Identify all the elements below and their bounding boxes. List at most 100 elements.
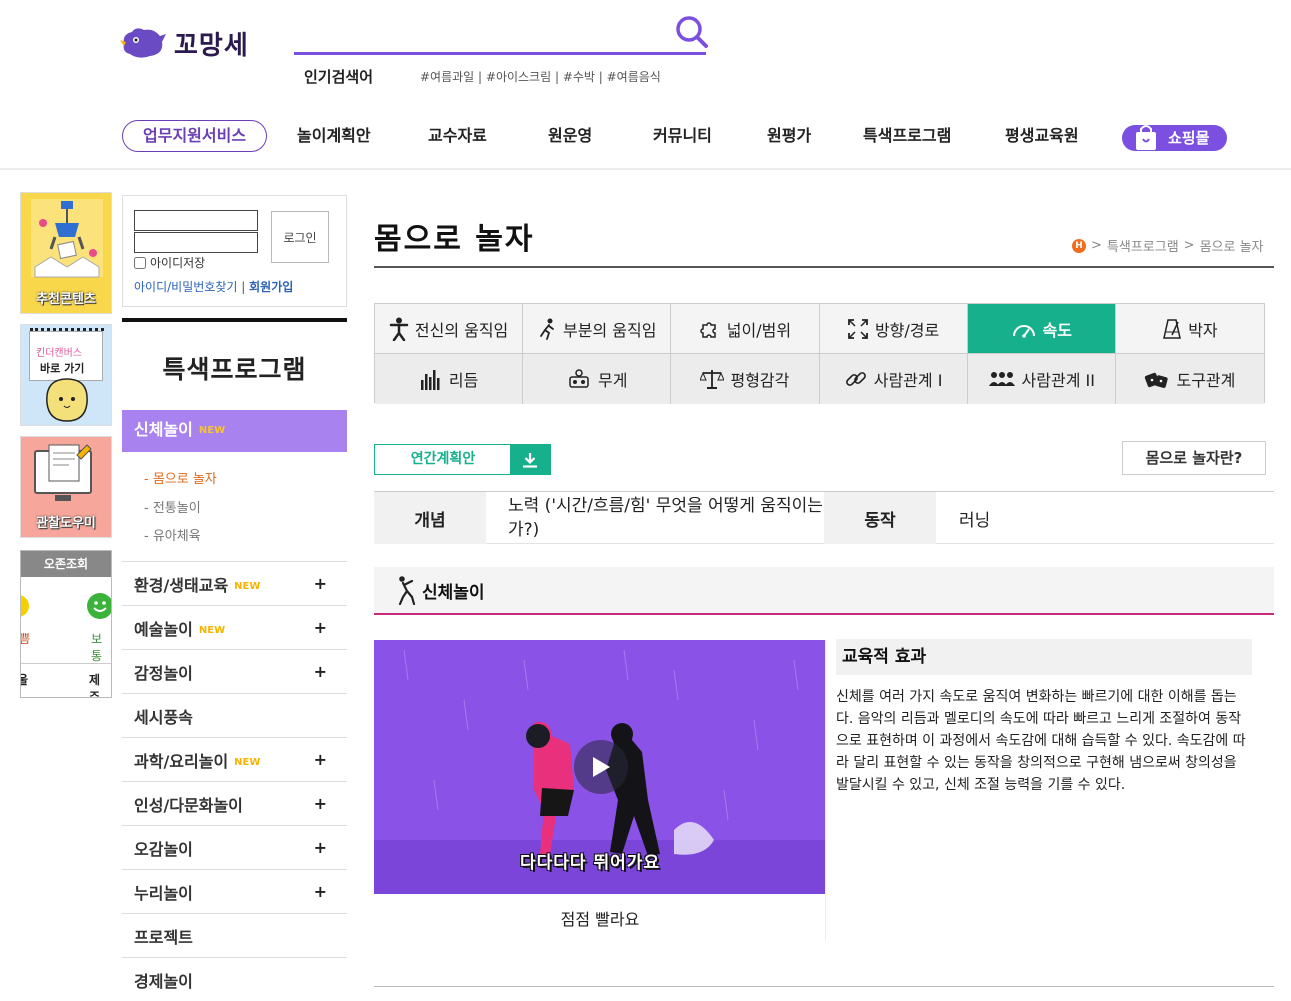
signup-link[interactable]: 회원가입 xyxy=(249,280,293,294)
expand-plus-icon[interactable]: + xyxy=(314,750,327,769)
nav-evaluation[interactable]: 원평가 xyxy=(767,118,811,154)
expand-plus-icon[interactable]: + xyxy=(314,618,327,637)
recommend-banner[interactable]: 추천콘텐츠 xyxy=(20,192,112,314)
breadcrumb-parent[interactable]: 특색프로그램 xyxy=(1107,236,1179,255)
side-item-character-multicultural[interactable]: 인성/다문화놀이 + xyxy=(122,781,347,825)
tab-direction-path[interactable]: 방향/경로 xyxy=(819,304,968,354)
side-item-science-cooking[interactable]: 과학/요리놀이 NEW + xyxy=(122,737,347,781)
breadcrumb-separator: > xyxy=(1091,238,1102,253)
video-title[interactable]: 점점 빨라요 xyxy=(374,906,826,930)
side-item-emotion-play[interactable]: 감정놀이 + xyxy=(122,649,347,693)
annual-plan-label: 연간계획안 xyxy=(410,451,476,467)
home-icon[interactable]: H xyxy=(1072,238,1086,253)
expand-plus-icon[interactable]: + xyxy=(314,882,327,901)
login-button[interactable]: 로그인 xyxy=(271,211,329,263)
sub-item-traditional-play[interactable]: - 전통놀이 xyxy=(144,495,217,524)
dancer-icon xyxy=(398,576,416,605)
nav-shopping-mall-label: 쇼핑몰 xyxy=(1168,129,1210,147)
tab-speed[interactable]: 속도 xyxy=(967,304,1116,354)
search-input[interactable] xyxy=(294,16,664,50)
side-item-project[interactable]: 프로젝트 xyxy=(122,913,347,957)
tab-label: 사람관계 I xyxy=(873,371,943,390)
tab-relationship-1[interactable]: 사람관계 I xyxy=(819,354,968,404)
tab-area-range[interactable]: 넓이/범위 xyxy=(671,304,820,354)
side-item-physical-play[interactable]: 신체놀이 NEW xyxy=(122,410,347,452)
play-icon xyxy=(593,757,610,777)
side-item-nuri-play[interactable]: 누리놀이 + xyxy=(122,869,347,913)
tab-label: 박자 xyxy=(1188,320,1218,340)
side-item-five-senses[interactable]: 오감놀이 + xyxy=(122,825,347,869)
save-id[interactable]: 아이디저장 xyxy=(134,254,205,271)
tab-beat[interactable]: 박자 xyxy=(1115,304,1264,354)
ozone-widget[interactable]: 오존조회 쁨 보통 울 제주 xyxy=(20,550,112,698)
nav-work-support[interactable]: 업무지원서비스 xyxy=(122,120,268,152)
tab-partial-movement[interactable]: 부분의 움직임 xyxy=(523,304,672,354)
nav-teaching-material[interactable]: 교수자료 xyxy=(428,118,487,154)
sub-item-kids-pe[interactable]: - 유아체육 xyxy=(144,523,217,552)
save-id-checkbox[interactable] xyxy=(134,256,146,269)
tab-label: 전신의 움직임 xyxy=(414,320,509,340)
balance-icon xyxy=(700,370,725,389)
ozone-divider xyxy=(21,663,111,664)
equalizer-icon xyxy=(420,370,440,390)
side-item-label: 프로젝트 xyxy=(134,927,193,947)
tab-balance[interactable]: 평형감각 xyxy=(671,354,820,404)
nav-play-plan[interactable]: 놀이계획안 xyxy=(297,118,371,154)
nav-school-operation[interactable]: 원운영 xyxy=(548,118,592,154)
expand-plus-icon[interactable]: + xyxy=(314,794,327,813)
expand-plus-icon[interactable]: + xyxy=(314,838,327,857)
user-id-input[interactable] xyxy=(134,210,258,231)
tab-relationship-2[interactable]: 사람관계 II xyxy=(967,354,1116,404)
claw-machine-icon xyxy=(31,199,103,278)
tab-label: 부분의 움직임 xyxy=(563,320,657,340)
tab-weight[interactable]: 무게 xyxy=(523,354,672,404)
observation-helper-banner[interactable]: 관찰도우미 xyxy=(20,436,112,538)
sub-item-play-with-body[interactable]: - 몸으로 놀자 xyxy=(144,466,217,495)
new-badge: NEW xyxy=(198,424,226,436)
logo[interactable]: 꼬망세 xyxy=(120,22,270,64)
play-button[interactable] xyxy=(574,740,628,794)
new-badge: NEW xyxy=(234,580,261,592)
find-account-link[interactable]: 아이디/비밀번호찾기 xyxy=(134,280,237,294)
kinder-canvas-line1: 킨더캔버스 xyxy=(36,348,82,359)
new-badge: NEW xyxy=(234,756,261,768)
nav-lifelong-education[interactable]: 평생교육원 xyxy=(1005,118,1079,154)
tab-tool-relationship[interactable]: 도구관계 xyxy=(1115,354,1264,404)
search-button[interactable] xyxy=(672,14,712,50)
video-player[interactable]: 다다다다 뛰어가요 xyxy=(374,640,826,894)
nav-community[interactable]: 커뮤니티 xyxy=(653,118,712,154)
section-header: 신체놀이 xyxy=(374,567,1274,615)
concept-label: 개념 xyxy=(374,492,486,544)
tab-rhythm[interactable]: 리듬 xyxy=(375,354,524,404)
side-item-seasonal-customs[interactable]: 세시풍속 xyxy=(122,693,347,737)
side-menu-list: 환경/생태교육 NEW + 예술놀이 NEW + 감정놀이 + 세시풍속 과학/요리놀이 N… xyxy=(122,561,347,1001)
expand-plus-icon[interactable]: + xyxy=(314,574,327,593)
tab-label: 속도 xyxy=(1042,320,1072,340)
category-tabs: 전신의 움직임 부분의 움직임 넓이/범위 방향/경로 속도 박자 리듬 무게 … xyxy=(374,303,1265,404)
side-item-art-play[interactable]: 예술놀이 NEW + xyxy=(122,605,347,649)
search-underline xyxy=(294,52,706,55)
running-icon xyxy=(540,318,554,340)
observation-helper-caption: 관찰도우미 xyxy=(36,516,96,531)
nav-shopping-mall[interactable]: 쇼핑몰 xyxy=(1122,125,1228,151)
popular-search-tags[interactable]: #여름과일 | #아이스크림 | #수박 | #여름음식 xyxy=(420,68,661,85)
expand-plus-icon[interactable]: + xyxy=(314,662,327,681)
tab-whole-body[interactable]: 전신의 움직임 xyxy=(375,304,524,354)
metronome-icon xyxy=(1163,318,1182,339)
bottom-divider xyxy=(374,986,1274,987)
ozone-title: 오존조회 xyxy=(21,551,111,577)
annual-plan-button[interactable]: 연간계획안 xyxy=(374,444,551,475)
password-input[interactable] xyxy=(134,232,258,253)
concept-value: 노력 ('시간/흐름/힘' 무엇을 어떻게 움직이는가?) xyxy=(508,496,823,540)
kinder-canvas-banner[interactable]: 킨더캔버스 바로 가기 xyxy=(20,324,112,426)
side-item-label: 인성/다문화놀이 xyxy=(134,795,243,815)
tab-label: 도구관계 xyxy=(1176,371,1236,390)
ozone-region: 제주 xyxy=(89,673,101,698)
side-item-economy-play[interactable]: 경제놀이 xyxy=(122,957,347,1001)
what-is-button[interactable]: 몸으로 놀자란? xyxy=(1122,441,1266,475)
speedometer-icon xyxy=(1012,324,1035,338)
content-divider xyxy=(825,640,826,940)
side-item-environment[interactable]: 환경/생태교육 NEW + xyxy=(122,561,347,605)
nav-special-program[interactable]: 특색프로그램 xyxy=(863,118,951,154)
dice-icon xyxy=(1145,372,1169,388)
